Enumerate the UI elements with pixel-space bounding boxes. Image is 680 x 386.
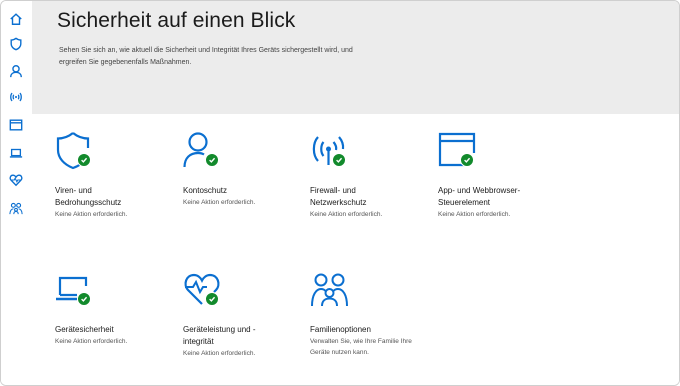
tile-device-performance[interactable]: Geräteleistung und -integrität Keine Akt… — [183, 270, 303, 359]
tile-icon — [183, 131, 223, 173]
tile-title: Gerätesicherheit — [55, 325, 114, 334]
nav-app-browser[interactable] — [7, 116, 25, 134]
tile-device-security[interactable]: Gerätesicherheit Keine Aktion erforderli… — [55, 270, 175, 347]
tile-title: App- und Webbrowser-Steuerelement — [438, 186, 521, 207]
tile-title: Kontoschutz — [183, 186, 228, 195]
laptop-icon — [56, 276, 88, 301]
tile-icon — [438, 131, 478, 173]
page-title: Sicherheit auf einen Blick — [57, 9, 296, 32]
status-ok-badge — [77, 292, 91, 306]
nav-account-protection[interactable] — [7, 62, 25, 80]
status-ok-badge — [460, 153, 474, 167]
wifi-icon — [312, 136, 345, 165]
shield-icon — [10, 37, 22, 51]
page-subtitle: Sehen Sie sich an, wie aktuell die Siche… — [59, 47, 353, 66]
checkmark-icon — [81, 296, 88, 302]
shield-icon — [56, 132, 90, 170]
home-icon — [10, 13, 22, 25]
tile-status: Keine Aktion erforderlich. — [438, 211, 511, 218]
tile-title: Firewall- und Netzwerkschutz — [310, 186, 367, 207]
checkmark-icon — [209, 296, 216, 302]
page-header: Sicherheit auf einen Blick Sehen Sie sic… — [32, 1, 679, 114]
status-ok-badge — [332, 153, 346, 167]
heart-icon — [184, 273, 220, 305]
nav-home[interactable] — [7, 10, 25, 28]
tile-status: Keine Aktion erforderlich. — [55, 338, 128, 345]
tile-icon — [55, 270, 95, 312]
status-ok-badge — [205, 292, 219, 306]
wifi-icon — [10, 92, 22, 102]
person-icon — [10, 65, 22, 78]
sidebar — [1, 1, 32, 385]
tile-firewall-protection[interactable]: Firewall- und Netzwerkschutz Keine Aktio… — [310, 131, 430, 220]
heart-icon — [9, 174, 23, 187]
tile-icon — [183, 270, 223, 312]
tile-app-browser-control[interactable]: App- und Webbrowser-Steuerelement Keine … — [438, 131, 568, 220]
tile-icon — [310, 270, 350, 312]
nav-device-performance[interactable] — [7, 171, 25, 189]
tile-title: Viren- und Bedrohungsschutz — [55, 186, 122, 207]
family-icon — [311, 273, 348, 307]
tile-icon — [310, 131, 350, 173]
checkmark-icon — [209, 157, 216, 163]
app-window: Sicherheit auf einen Blick Sehen Sie sic… — [0, 0, 680, 386]
tile-family-options[interactable]: Familienoptionen Verwalten Sie, wie Ihre… — [310, 270, 435, 358]
status-ok-badge — [77, 153, 91, 167]
tile-status: Verwalten Sie, wie Ihre Familie Ihre Ger… — [310, 338, 412, 356]
nav-firewall[interactable] — [7, 88, 25, 106]
nav-family-options[interactable] — [7, 199, 25, 217]
browser-window-icon — [9, 119, 23, 131]
checkmark-icon — [81, 157, 88, 163]
tile-title: Familienoptionen — [310, 325, 371, 334]
laptop-icon — [9, 148, 23, 158]
tile-icon — [55, 131, 95, 173]
tile-status: Keine Aktion erforderlich. — [55, 211, 128, 218]
tile-virus-protection[interactable]: Viren- und Bedrohungsschutz Keine Aktion… — [55, 131, 175, 220]
tiles-grid: Viren- und Bedrohungsschutz Keine Aktion… — [32, 114, 679, 385]
tile-title: Geräteleistung und -integrität — [183, 325, 256, 346]
checkmark-icon — [336, 157, 343, 163]
browser-window-icon — [438, 132, 476, 167]
tile-status: Keine Aktion erforderlich. — [183, 199, 256, 206]
checkmark-icon — [464, 157, 471, 163]
status-ok-badge — [205, 153, 219, 167]
nav-virus-protection[interactable] — [7, 35, 25, 53]
person-icon — [183, 132, 208, 168]
family-icon — [9, 202, 23, 215]
tile-status: Keine Aktion erforderlich. — [310, 211, 383, 218]
nav-device-security[interactable] — [7, 144, 25, 162]
tile-account-protection[interactable]: Kontoschutz Keine Aktion erforderlich. — [183, 131, 303, 208]
tile-status: Keine Aktion erforderlich. — [183, 350, 256, 357]
